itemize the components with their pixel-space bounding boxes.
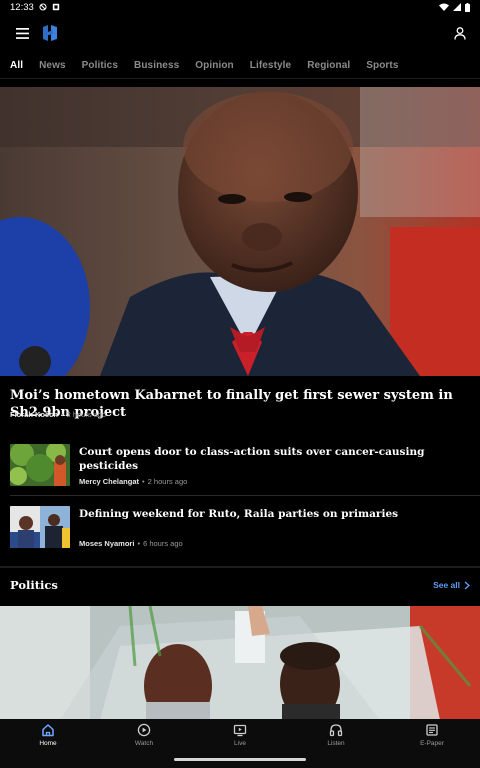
politics-feature-image[interactable] (0, 606, 480, 720)
section-divider (0, 566, 480, 568)
nav-label-epaper: E-Paper (420, 740, 444, 747)
category-tabs: All News Politics Business Opinion Lifes… (0, 52, 480, 78)
nav-label-listen: Listen (327, 740, 345, 747)
headphones-icon (329, 724, 343, 737)
tab-business[interactable]: Business (134, 52, 179, 78)
nav-home[interactable]: Home (0, 723, 96, 768)
meta-dot: • (142, 477, 145, 486)
see-all-label: See all (433, 580, 460, 590)
meta-dot: • (60, 410, 64, 419)
hero-author: Florah Koech (10, 410, 58, 419)
tab-opinion[interactable]: Opinion (195, 52, 233, 78)
nav-epaper[interactable]: E-Paper (384, 723, 480, 768)
status-time: 12:33 (10, 1, 34, 13)
live-tv-icon (233, 724, 247, 737)
story-meta: Mercy Chelangat • 2 hours ago (79, 477, 187, 486)
story-time: 2 hours ago (147, 477, 188, 486)
do-not-disturb-icon (39, 3, 47, 11)
list-item[interactable]: Defining weekend for Ruto, Raila parties… (0, 506, 480, 568)
chevron-right-icon (464, 580, 470, 590)
play-icon (137, 723, 151, 737)
tab-all[interactable]: All (10, 52, 23, 78)
tab-lifestyle[interactable]: Lifestyle (250, 52, 291, 78)
hero-image[interactable] (0, 87, 480, 376)
wifi-icon (439, 3, 449, 11)
app-logo[interactable] (42, 24, 58, 42)
story-author: Mercy Chelangat (79, 477, 140, 486)
see-all-link[interactable]: See all (433, 580, 470, 590)
tab-sports[interactable]: Sports (366, 52, 398, 78)
app-bar (0, 14, 480, 52)
gesture-handle[interactable] (174, 758, 306, 761)
nav-live[interactable]: Live (192, 723, 288, 768)
nav-label-watch: Watch (134, 740, 154, 747)
politics-section-header: Politics See all (10, 578, 470, 592)
story-title[interactable]: Defining weekend for Ruto, Raila parties… (79, 507, 469, 521)
menu-icon[interactable] (12, 23, 32, 43)
tab-politics[interactable]: Politics (82, 52, 118, 78)
tabs-divider (0, 78, 480, 79)
story-meta: Moses Nyamori • 6 hours ago (79, 539, 183, 548)
hero-meta: Florah Koech • 2 hours ago (10, 410, 106, 419)
list-item[interactable]: Court opens door to class-action suits o… (0, 444, 480, 506)
nav-label-home: Home (39, 740, 57, 747)
story-thumbnail[interactable] (10, 444, 70, 486)
battery-icon (465, 2, 470, 12)
home-icon (42, 724, 54, 737)
story-time: 6 hours ago (143, 539, 183, 548)
account-icon[interactable] (450, 23, 470, 43)
status-bar: 12:33 (0, 0, 480, 14)
tab-news[interactable]: News (39, 52, 66, 78)
nav-label-live: Live (234, 740, 246, 747)
notification-icon (52, 3, 59, 11)
nav-listen[interactable]: Listen (288, 723, 384, 768)
hero-time: 2 hours ago (66, 410, 107, 419)
section-title: Politics (10, 578, 58, 592)
tab-regional[interactable]: Regional (307, 52, 350, 78)
logo-icon (43, 25, 57, 41)
story-author: Moses Nyamori (79, 539, 135, 548)
list-divider (10, 495, 480, 496)
meta-dot: • (137, 539, 141, 548)
story-title[interactable]: Court opens door to class-action suits o… (79, 445, 469, 473)
newspaper-icon (426, 724, 438, 736)
story-thumbnail[interactable] (10, 506, 70, 548)
nav-watch[interactable]: Watch (96, 723, 192, 768)
signal-icon (453, 3, 461, 11)
